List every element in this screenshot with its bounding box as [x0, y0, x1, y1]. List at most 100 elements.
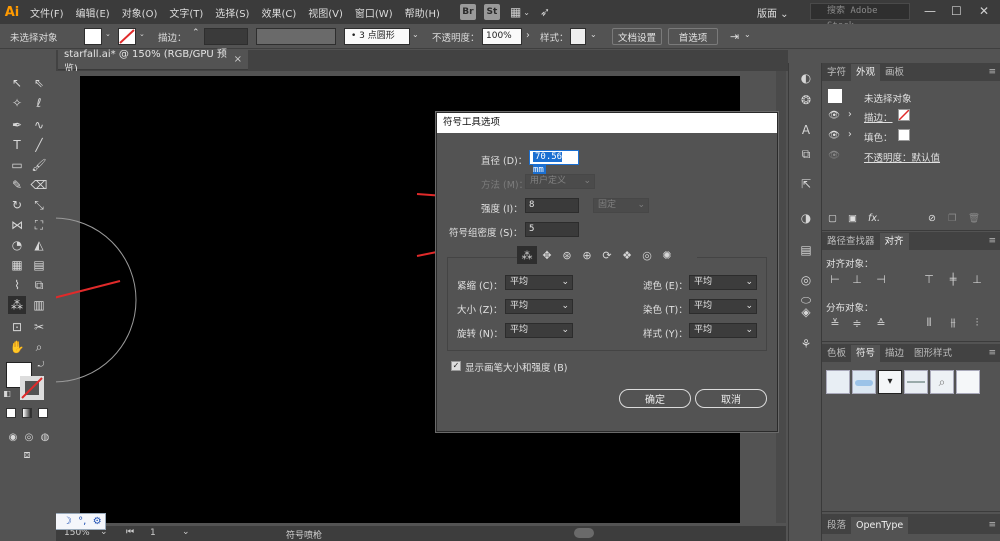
draw-inside-icon[interactable]: ◍ — [36, 428, 54, 446]
chevron-right-icon[interactable]: › — [848, 129, 852, 140]
blend-tool-icon[interactable]: ⧉ — [30, 276, 48, 294]
gear-icon[interactable]: ⚙ — [93, 516, 102, 527]
panel-menu-icon[interactable]: ≡ — [988, 345, 996, 362]
symbol-shifter-icon[interactable]: ✥ — [537, 246, 557, 264]
symbol-swatch[interactable] — [826, 370, 850, 394]
tab-pathfinder[interactable]: 路径查找器 — [822, 233, 880, 250]
line-tool-icon[interactable]: ╱ — [30, 136, 48, 154]
tab-stroke[interactable]: 描边 — [880, 345, 909, 362]
symbol-sprayer-icon[interactable]: ⁂ — [517, 246, 537, 264]
gradient-mode-icon[interactable] — [22, 408, 32, 418]
distribute-hcenter-icon[interactable]: ⫵ — [946, 316, 960, 330]
chevron-down-icon[interactable]: ⌄ — [182, 527, 190, 537]
no-icon[interactable]: ⊘ — [928, 213, 936, 224]
intensity-mode-select[interactable]: 固定 ⌄ — [593, 198, 649, 213]
appearance-fill-label[interactable]: 填色： — [864, 130, 893, 144]
color-guide-icon[interactable]: ❂ — [797, 91, 815, 109]
distribute-top-icon[interactable]: ≚ — [828, 316, 842, 330]
tab-symbols[interactable]: 符号 — [851, 345, 881, 362]
artboard-tool-icon[interactable]: ⊡ — [8, 318, 26, 336]
gradient-tool-icon[interactable]: ▤ — [30, 256, 48, 274]
character-panel-icon[interactable]: A — [797, 121, 815, 139]
transparency-icon[interactable]: ◑ — [797, 209, 815, 227]
align-top-icon[interactable]: ⊤ — [922, 272, 936, 286]
duplicate-icon[interactable]: ❐ — [948, 213, 957, 224]
clear-appearance-icon[interactable]: ▣ — [848, 213, 857, 224]
distribute-right-icon[interactable]: ⫶ — [970, 316, 984, 330]
appearance-icon[interactable]: ◎ — [797, 271, 815, 289]
align-right-icon[interactable]: ⊣ — [874, 272, 888, 286]
style-select[interactable]: 平均 ⌄ — [689, 323, 757, 338]
trash-icon[interactable]: 🗑 — [968, 213, 980, 224]
symbol-scruncher-icon[interactable]: ⊛ — [557, 246, 577, 264]
tab-graphic-styles[interactable]: 图形样式 — [909, 345, 957, 362]
punctuation-icon[interactable]: °, — [78, 516, 86, 527]
appearance-fill-swatch[interactable] — [898, 129, 910, 141]
rectangle-tool-icon[interactable]: ▭ — [8, 156, 26, 174]
appearance-opacity-label[interactable]: 不透明度：默认值 — [864, 150, 940, 164]
symbol-swatch[interactable]: ▾ — [878, 370, 902, 394]
tab-artboards[interactable]: 画板 — [880, 64, 909, 81]
visibility-eye-icon[interactable]: 👁 — [828, 110, 840, 121]
status-tool-name[interactable]: 符号喷枪 — [286, 528, 322, 541]
visibility-eye-icon[interactable]: 👁 — [828, 130, 840, 141]
width-tool-icon[interactable]: ⋈ — [8, 216, 26, 234]
align-left-icon[interactable]: ⊢ — [828, 272, 842, 286]
gradient-panel-icon[interactable]: ▤ — [797, 241, 815, 259]
symbol-spinner-icon[interactable]: ⟳ — [597, 246, 617, 264]
align-bottom-icon[interactable]: ⊥ — [970, 272, 984, 286]
ok-button[interactable]: 确定 — [619, 389, 691, 408]
screen-mode-icon[interactable]: ⧈ — [18, 446, 36, 464]
symbol-swatch[interactable] — [852, 370, 876, 394]
symbol-styler-icon[interactable]: ✺ — [657, 246, 677, 264]
appearance-stroke-swatch[interactable] — [898, 109, 910, 121]
chevron-right-icon[interactable]: › — [848, 109, 852, 120]
layers-icon[interactable]: ◈ — [797, 303, 815, 321]
visibility-eye-icon[interactable]: 👁 — [828, 150, 840, 161]
scroll-thumb[interactable] — [574, 528, 594, 538]
distribute-left-icon[interactable]: ⫴ — [922, 316, 936, 330]
panel-menu-icon[interactable]: ≡ — [988, 517, 996, 534]
new-art-icon[interactable]: ▢ — [828, 213, 837, 224]
scrunch-select[interactable]: 平均 ⌄ — [505, 275, 573, 290]
intensity-input[interactable]: 8 — [525, 198, 579, 213]
swap-colors-icon[interactable]: ⤾ — [36, 360, 46, 370]
symbol-screener-icon[interactable]: ◎ — [637, 246, 657, 264]
page-number[interactable]: 1 — [150, 528, 156, 538]
scale-tool-icon[interactable]: ⤡ — [30, 196, 48, 214]
symbol-sizer-icon[interactable]: ⊕ — [577, 246, 597, 264]
pen-tool-icon[interactable]: ✒ — [8, 116, 26, 134]
zoom-tool-icon[interactable]: ⌕ — [30, 338, 48, 356]
type-tool-icon[interactable]: T — [8, 136, 26, 154]
selection-tool-icon[interactable]: ↖ — [8, 74, 26, 92]
lasso-tool-icon[interactable]: ℓ — [30, 94, 48, 112]
distribute-bottom-icon[interactable]: ≙ — [874, 316, 888, 330]
paintbrush-tool-icon[interactable]: 🖌 — [30, 156, 48, 174]
first-page-icon[interactable]: ⏮ — [126, 527, 134, 537]
color-panel-icon[interactable]: ◐ — [797, 69, 815, 87]
default-colors-icon[interactable]: ◧ — [2, 388, 12, 398]
magic-wand-tool-icon[interactable]: ✧ — [8, 94, 26, 112]
panel-menu-icon[interactable]: ≡ — [988, 64, 996, 81]
tab-align[interactable]: 对齐 — [879, 233, 909, 250]
symbol-swatch[interactable] — [956, 370, 980, 394]
color-mode-icon[interactable] — [6, 408, 16, 418]
curvature-tool-icon[interactable]: ∿ — [30, 116, 48, 134]
tab-swatches[interactable]: 色板 — [822, 345, 851, 362]
tab-paragraph[interactable]: 段落 — [822, 517, 851, 534]
perspective-grid-tool-icon[interactable]: ◭ — [30, 236, 48, 254]
symbol-stainer-icon[interactable]: ❖ — [617, 246, 637, 264]
rotate-tool-icon[interactable]: ↻ — [8, 196, 26, 214]
tab-appearance[interactable]: 外观 — [851, 64, 881, 81]
direct-selection-tool-icon[interactable]: ⇖ — [30, 74, 48, 92]
fx-icon[interactable]: fx. — [868, 213, 880, 224]
shape-builder-tool-icon[interactable]: ◔ — [8, 236, 26, 254]
eyedropper-tool-icon[interactable]: ⌇ — [8, 276, 26, 294]
links-icon[interactable]: ⇱ — [797, 175, 815, 193]
mesh-tool-icon[interactable]: ▦ — [8, 256, 26, 274]
align-hcenter-icon[interactable]: ⊥ — [850, 272, 864, 286]
show-brush-size-checkbox[interactable]: ✓ — [451, 361, 461, 371]
none-mode-icon[interactable] — [38, 408, 48, 418]
hand-tool-icon[interactable]: ✋ — [8, 338, 26, 356]
density-input[interactable]: 5 — [525, 222, 579, 237]
